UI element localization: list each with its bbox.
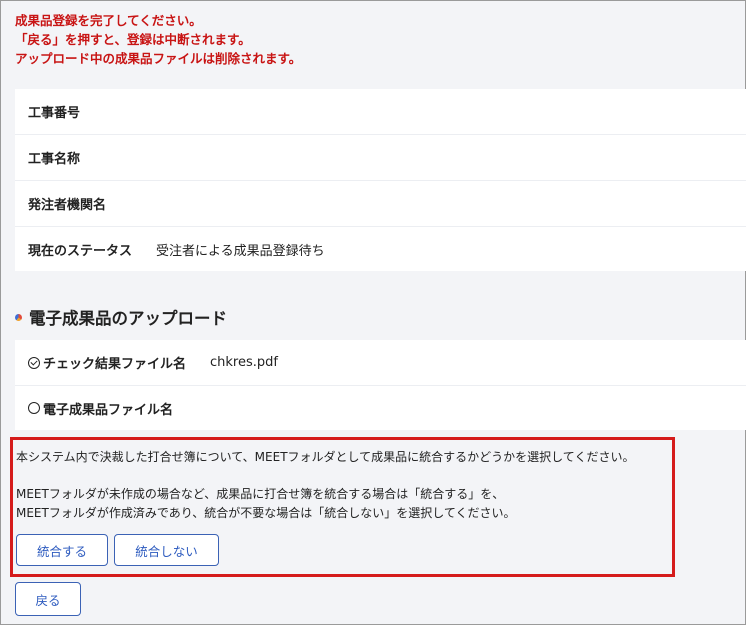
info-row: 現在のステータス 受注者による成果品登録待ち bbox=[15, 227, 746, 271]
info-row: 工事名称 bbox=[15, 135, 746, 181]
upload-row: 電子成果品ファイル名 bbox=[15, 386, 746, 430]
info-row: 工事番号 bbox=[15, 89, 746, 135]
warning-line: 「戻る」を押すと、登録は中断されます。 bbox=[15, 32, 251, 47]
upload-label: チェック結果ファイル名 bbox=[15, 353, 210, 372]
section-title-text: 電子成果品のアップロード bbox=[29, 309, 227, 328]
merge-text-line: 本システム内で決裁した打合せ簿について、MEETフォルダとして成果品に統合するか… bbox=[16, 450, 635, 464]
status-value: 受注者による成果品登録待ち bbox=[156, 243, 325, 259]
project-info-table: 工事番号 工事名称 発注者機関名 現在のステータス 受注者による成果品登録待ち bbox=[15, 89, 746, 271]
upload-table: チェック結果ファイル名 chkres.pdf 電子成果品ファイル名 bbox=[15, 340, 746, 430]
section-title: 電子成果品のアップロード bbox=[15, 305, 227, 329]
empty-circle-icon bbox=[28, 402, 40, 414]
merge-text-line: MEETフォルダが未作成の場合など、成果品に打合せ簿を統合する場合は「統合する」… bbox=[16, 487, 505, 501]
info-label: 工事番号 bbox=[28, 106, 81, 121]
info-row: 発注者機関名 bbox=[15, 181, 746, 227]
no-integrate-button[interactable]: 統合しない bbox=[114, 534, 219, 566]
merge-option-box: 本システム内で決裁した打合せ簿について、MEETフォルダとして成果品に統合するか… bbox=[10, 437, 675, 577]
info-label: 発注者機関名 bbox=[28, 198, 107, 213]
back-button[interactable]: 戻る bbox=[15, 582, 81, 616]
upload-row: チェック結果ファイル名 chkres.pdf bbox=[15, 340, 746, 386]
warning-line: アップロード中の成果品ファイルは削除されます。 bbox=[15, 51, 302, 66]
info-label: 現在のステータス bbox=[28, 243, 133, 259]
info-label: 工事名称 bbox=[28, 152, 81, 167]
upload-label: 電子成果品ファイル名 bbox=[15, 399, 210, 418]
integrate-button[interactable]: 統合する bbox=[16, 534, 108, 566]
check-result-filename: chkres.pdf bbox=[210, 355, 278, 370]
merge-instructions: 本システム内で決裁した打合せ簿について、MEETフォルダとして成果品に統合するか… bbox=[16, 448, 634, 523]
check-circle-icon bbox=[28, 356, 40, 369]
upload-label-text: チェック結果ファイル名 bbox=[43, 357, 187, 372]
section-bullet-icon bbox=[15, 313, 22, 321]
merge-text-line: MEETフォルダが作成済みであり、統合が不要な場合は「統合しない」を選択してくだ… bbox=[16, 506, 516, 520]
warning-line: 成果品登録を完了してください。 bbox=[15, 13, 202, 28]
upload-label-text: 電子成果品ファイル名 bbox=[43, 402, 174, 418]
warning-message: 成果品登録を完了してください。 「戻る」を押すと、登録は中断されます。 アップロ… bbox=[15, 11, 301, 68]
